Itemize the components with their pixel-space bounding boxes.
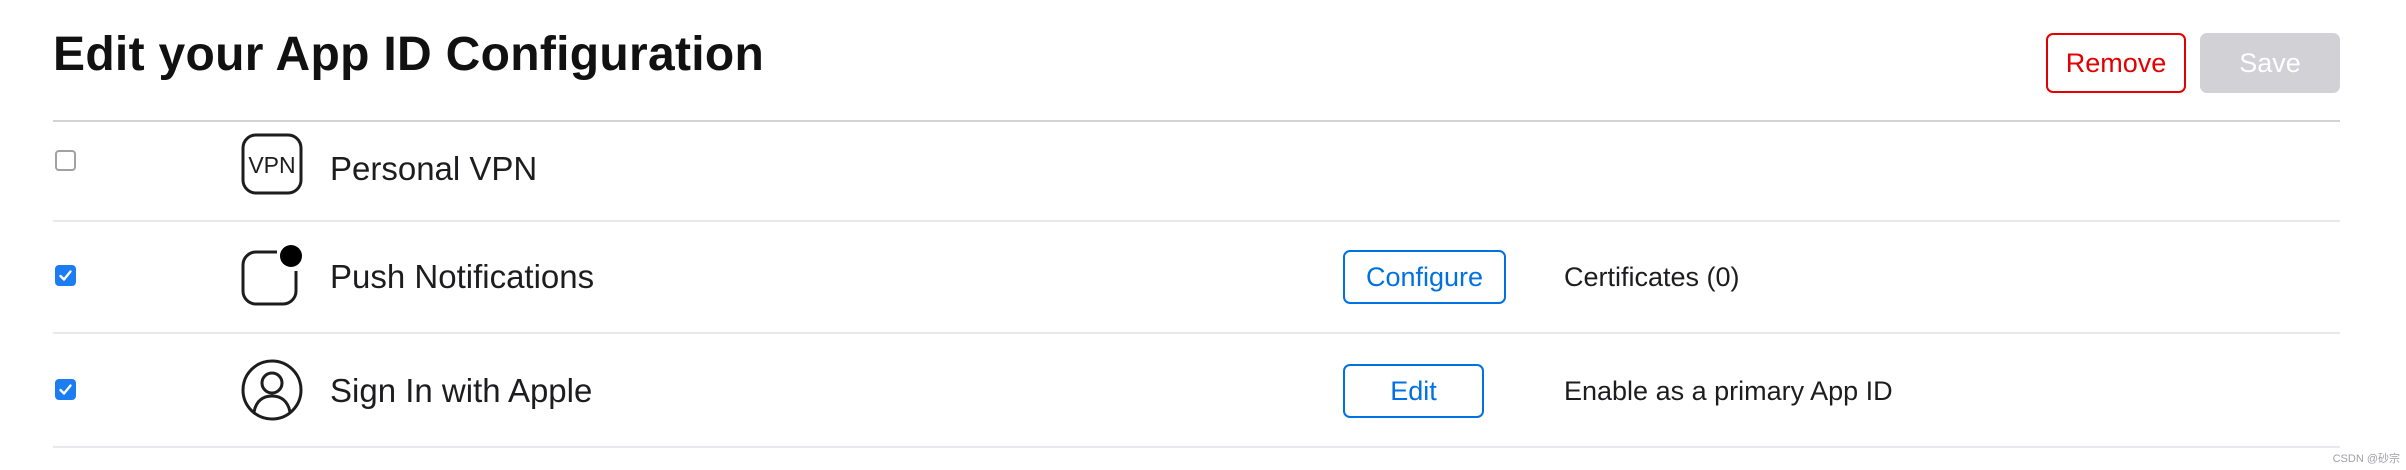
checkmark-icon bbox=[59, 384, 72, 395]
capability-row-sign-in-with-apple: Sign In with Apple Edit Enable as a prim… bbox=[53, 332, 2340, 448]
configure-button[interactable]: Configure bbox=[1343, 250, 1506, 304]
checkmark-icon bbox=[59, 270, 72, 281]
primary-app-id-detail: Enable as a primary App ID bbox=[1564, 376, 1893, 406]
capability-name-personal-vpn: Personal VPN bbox=[330, 150, 538, 187]
push-notifications-checkbox[interactable] bbox=[55, 265, 76, 286]
remove-button[interactable]: Remove bbox=[2046, 33, 2186, 93]
edit-button[interactable]: Edit bbox=[1343, 364, 1484, 418]
page-title: Edit your App ID Configuration bbox=[53, 28, 765, 81]
sign-in-with-apple-checkbox[interactable] bbox=[55, 379, 76, 400]
watermark: CSDN @砂宗 bbox=[2332, 453, 2400, 465]
personal-vpn-checkbox[interactable] bbox=[55, 150, 76, 171]
person-icon bbox=[241, 359, 303, 421]
page-header: Edit your App ID Configuration Remove Sa… bbox=[53, 0, 2340, 122]
push-certificates-count: Certificates (0) bbox=[1564, 262, 1740, 292]
capability-row-personal-vpn: VPN Personal VPN bbox=[53, 120, 2340, 222]
vpn-icon: VPN bbox=[241, 133, 303, 195]
save-button[interactable]: Save bbox=[2200, 33, 2340, 93]
vpn-icon-label: VPN bbox=[248, 152, 295, 178]
capability-row-push-notifications: Push Notifications Configure Certificate… bbox=[53, 220, 2340, 334]
capability-name-push-notifications: Push Notifications bbox=[330, 258, 595, 295]
capability-name-sign-in-with-apple: Sign In with Apple bbox=[330, 372, 593, 409]
push-notification-icon bbox=[241, 245, 303, 307]
